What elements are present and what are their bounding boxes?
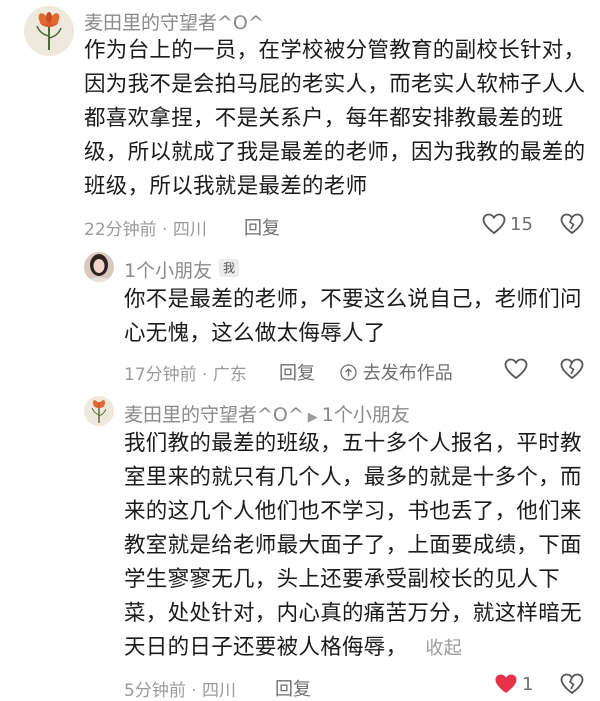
reply-line: 学生寥寥无几，头上还要承受副校长的见人下	[124, 567, 561, 592]
dislike-button[interactable]	[560, 213, 584, 239]
reply-button[interactable]: 回复	[275, 675, 311, 701]
broken-heart-icon	[560, 673, 584, 695]
comment-line: 班级，所以我就是最差的老师	[84, 174, 368, 199]
upload-circle-icon	[340, 364, 357, 381]
dislike-button[interactable]	[560, 673, 584, 699]
comment-username[interactable]: 麦田里的守望者^O^	[84, 8, 264, 35]
reply-arrow-icon: ▶	[307, 410, 318, 425]
dislike-button[interactable]	[560, 358, 584, 384]
avatar[interactable]	[84, 396, 114, 426]
like-count: 1	[522, 674, 534, 695]
heart-outline-icon	[482, 213, 506, 235]
publish-label: 去发布作品	[362, 363, 453, 384]
reply-text: 我们教的最差的班级，五十多个人报名，平时教 室里来的就只有几个人，最多的就是十多…	[124, 427, 582, 666]
reply-line-last: 天日的日子还要被人格侮辱， 收起	[124, 631, 582, 666]
reply-line: 室里来的就只有几个人，最多的就是十多个，而	[124, 465, 582, 490]
reply-button[interactable]: 回复	[244, 214, 280, 240]
collapse-button[interactable]: 收起	[425, 638, 462, 659]
reply-button[interactable]: 回复	[279, 359, 315, 385]
comment-text: 作为台上的一员，在学校被分管教育的副校长针对， 因为我不是会拍马屁的老实人，而老…	[84, 34, 585, 204]
reply-text: 你不是最差的老师，不要这么说自己，老师们问 心无愧，这么做太侮辱人了	[124, 283, 582, 351]
reply-line: 来的这几个人他们也不学习，书也丢了，他们来	[124, 499, 582, 524]
heart-filled-icon	[495, 674, 517, 693]
flower-avatar-icon	[24, 6, 74, 56]
comment-line: 因为我不是会拍马屁的老实人，而老实人软柿子人人	[84, 72, 586, 97]
reply-line: 你不是最差的老师，不要这么说自己，老师们问	[124, 287, 582, 312]
broken-heart-icon	[560, 213, 584, 235]
avatar[interactable]	[24, 6, 74, 56]
comment-meta: 22分钟前 · 四川	[84, 220, 207, 240]
publish-work-button[interactable]: 去发布作品	[340, 359, 453, 385]
reply-line: 天日的日子还要被人格侮辱，	[124, 635, 408, 660]
portrait-avatar-icon	[84, 252, 114, 282]
like-count: 15	[510, 214, 533, 235]
reply-line: 心无愧，这么做太侮辱人了	[124, 321, 386, 346]
self-badge: 我	[219, 259, 240, 277]
reply-line: 菜，处处针对，内心真的痛苦万分，就这样暗无	[124, 601, 582, 626]
comment-line: 作为台上的一员，在学校被分管教育的副校长针对，	[84, 38, 586, 63]
heart-outline-icon	[504, 358, 528, 380]
like-button[interactable]	[494, 673, 518, 699]
reply-header: 麦田里的守望者^O^ ▶ 1个小朋友	[124, 400, 410, 427]
avatar[interactable]	[84, 252, 114, 282]
reply-line: 我们教的最差的班级，五十多个人报名，平时教	[124, 431, 582, 456]
reply-to-username[interactable]: 1个小朋友	[322, 404, 410, 426]
reply-username[interactable]: 1个小朋友	[124, 256, 212, 283]
like-button[interactable]	[504, 358, 528, 384]
broken-heart-icon	[560, 358, 584, 380]
reply-username[interactable]: 麦田里的守望者^O^	[124, 404, 304, 426]
flower-avatar-icon	[84, 396, 114, 426]
reply-meta: 17分钟前 · 广东	[124, 365, 247, 385]
reply-line: 教室就是给老师最大面子了，上面要成绩，下面	[124, 533, 582, 558]
comment-line: 级，所以就成了我是最差的老师，因为我教的最差的	[84, 140, 586, 165]
like-button[interactable]	[482, 213, 506, 239]
reply-meta: 5分钟前 · 四川	[124, 681, 237, 701]
comment-line: 都喜欢拿捏，不是关系户，每年都安排教最差的班	[84, 106, 564, 131]
